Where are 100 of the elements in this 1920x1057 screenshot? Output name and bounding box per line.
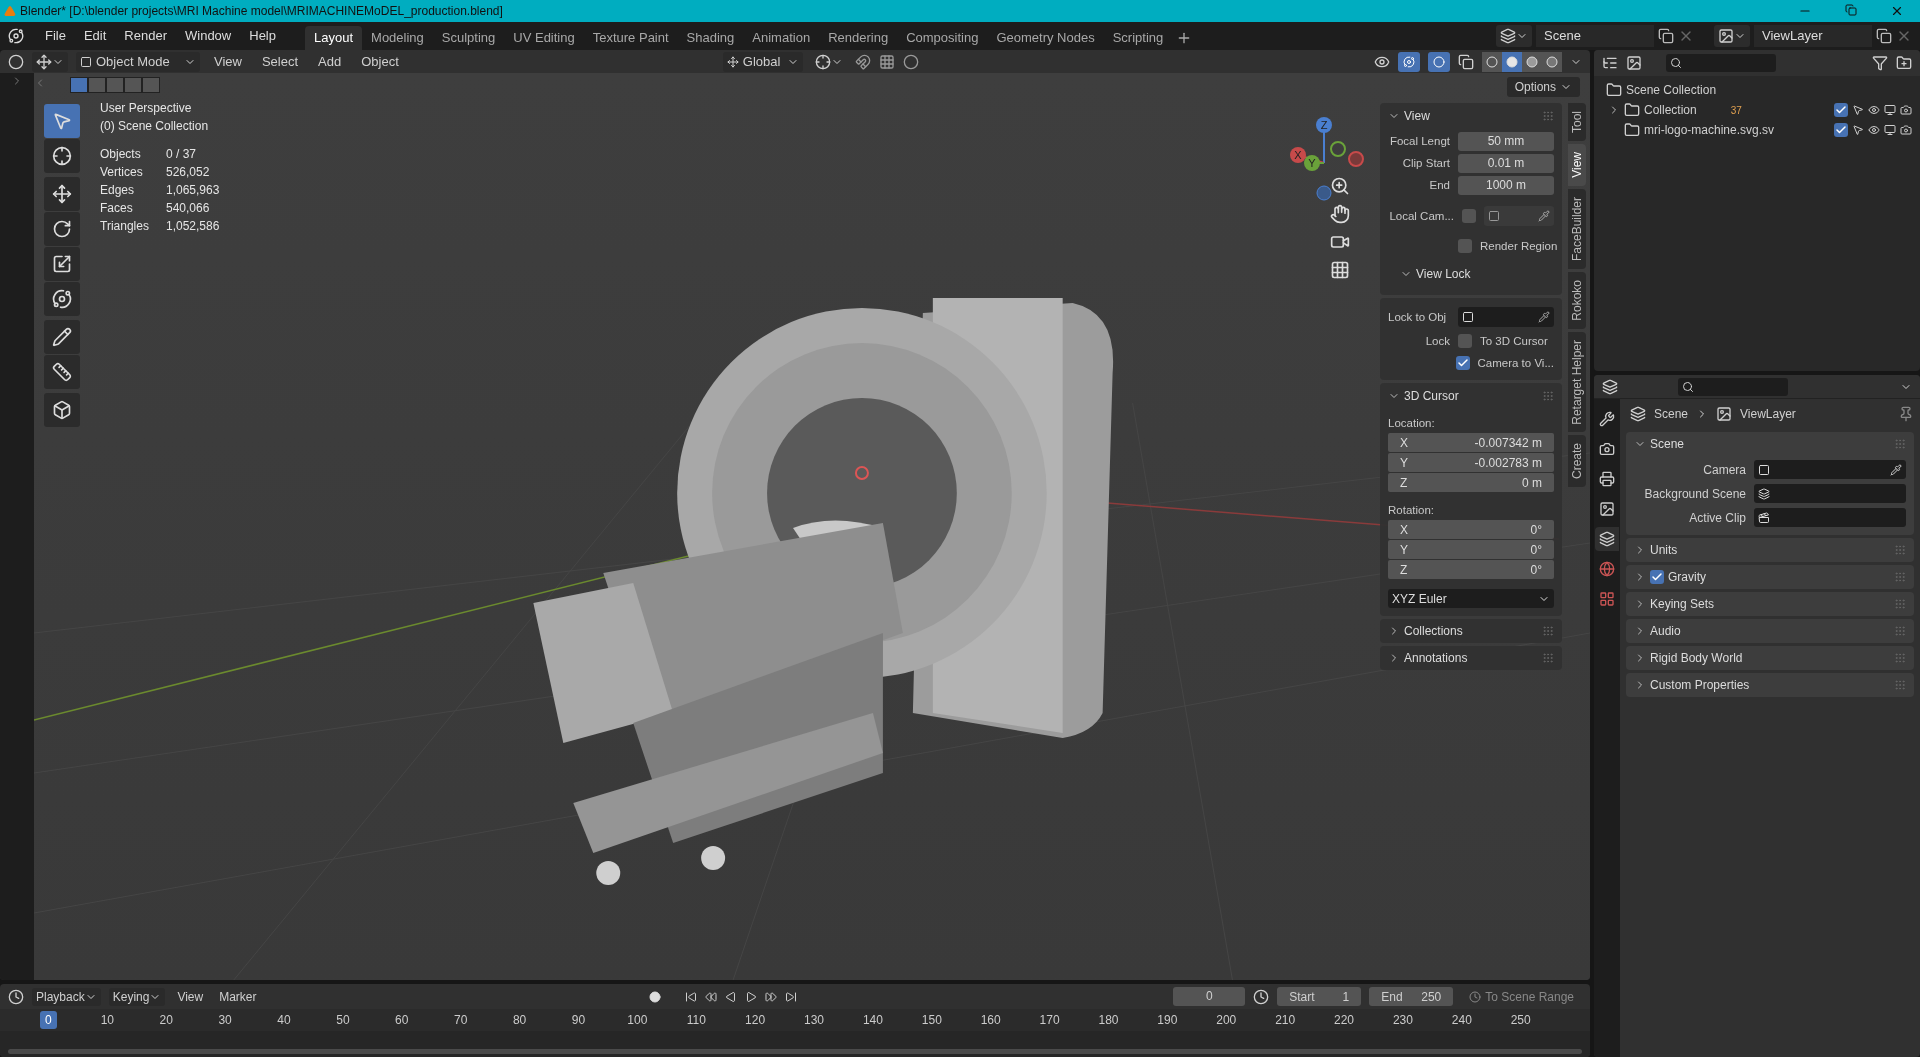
gizmo-toggle[interactable] (1398, 51, 1420, 72)
panel-header[interactable]: Annotations (1380, 646, 1562, 670)
drag-handle-icon[interactable] (1894, 679, 1906, 691)
sidebar-tab[interactable]: Create (1568, 435, 1586, 488)
dropdown[interactable]: XYZ Euler (1388, 589, 1554, 608)
drag-handle-icon[interactable] (1542, 110, 1554, 122)
editor-type-icon[interactable] (8, 988, 24, 1005)
axis-ball[interactable]: Y (1304, 155, 1320, 171)
panel-title[interactable]: View (1404, 107, 1430, 125)
camera-icon[interactable] (1900, 124, 1912, 136)
previous-keyframe-icon[interactable] (704, 990, 717, 1003)
menu-item[interactable]: Select (255, 51, 305, 72)
data-field[interactable] (1754, 508, 1906, 527)
subpanel-title[interactable]: View Lock (1416, 265, 1471, 283)
start-frame-field[interactable]: Start 1 (1277, 987, 1362, 1006)
end-frame-field[interactable]: End 250 (1369, 987, 1454, 1006)
search-field[interactable] (1666, 54, 1776, 72)
workspace-tab[interactable]: Sculpting (432, 26, 505, 50)
proportional-edit-icon[interactable] (902, 53, 919, 70)
properties-tab[interactable] (1595, 527, 1619, 551)
workspace-tab[interactable]: Modeling (362, 26, 433, 50)
snap-icon[interactable] (854, 53, 871, 70)
workspace-tab[interactable]: Scripting (1103, 26, 1173, 50)
breadcrumb-item[interactable]: Scene (1654, 405, 1689, 423)
workspace-tab[interactable]: Compositing (897, 26, 988, 50)
panel-title[interactable]: Keying Sets (1650, 595, 1715, 613)
outliner-item[interactable]: Scene Collection (1626, 81, 1717, 99)
panel-title[interactable]: 3D Cursor (1404, 387, 1459, 405)
xray-icon[interactable] (1458, 53, 1474, 70)
number-field[interactable]: 0.01 m (1458, 153, 1554, 173)
shading-button[interactable] (1542, 51, 1562, 72)
jump-end-icon[interactable] (784, 990, 797, 1003)
axis-ball[interactable] (1330, 141, 1346, 157)
options-dropdown[interactable]: Options (1506, 77, 1580, 97)
checkbox[interactable] (1455, 356, 1470, 370)
menu-item[interactable]: Help (240, 26, 285, 46)
orientation-dropdown[interactable]: Global (722, 51, 803, 72)
panel-title[interactable]: Custom Properties (1650, 676, 1750, 694)
monitor-icon[interactable] (1884, 104, 1896, 116)
workspace-tab[interactable]: Shading (677, 26, 744, 50)
drag-handle-icon[interactable] (1542, 625, 1554, 637)
number-field[interactable]: X -0.007342 m (1388, 433, 1554, 452)
menu-item[interactable]: File (36, 26, 75, 46)
panel-header[interactable]: Collections (1380, 619, 1562, 643)
new-collection-icon[interactable] (1896, 55, 1912, 71)
copy-icon[interactable] (1658, 28, 1674, 44)
editor-type-icon[interactable] (1602, 378, 1618, 395)
checkbox[interactable] (1458, 334, 1472, 348)
outliner-item[interactable]: Collection (1644, 101, 1697, 119)
sidebar-tab[interactable]: Tool (1568, 103, 1586, 141)
drag-handle-icon[interactable] (1894, 652, 1906, 664)
menu-item[interactable]: Playback (32, 987, 101, 1006)
number-field[interactable]: 50 mm (1458, 131, 1554, 151)
camera-icon[interactable] (1900, 104, 1912, 116)
menu-item[interactable]: Keying (108, 987, 166, 1006)
drag-handle-icon[interactable] (1894, 438, 1906, 450)
playhead[interactable]: 0 (40, 1011, 57, 1029)
play-reverse-icon[interactable] (724, 990, 737, 1003)
number-field[interactable]: Y -0.002783 m (1388, 453, 1554, 472)
menu-item[interactable]: Add (312, 51, 348, 72)
menu-item[interactable]: View (173, 987, 208, 1006)
filter-icon[interactable] (1872, 55, 1888, 71)
sidebar-tab[interactable]: View (1568, 144, 1586, 186)
checkbox[interactable] (1650, 570, 1664, 584)
exclude-checkbox[interactable] (1834, 123, 1848, 137)
eyedropper-icon[interactable] (1890, 463, 1902, 476)
frame-field[interactable]: 0 (1173, 987, 1246, 1006)
view-layer-icon[interactable] (1626, 55, 1642, 71)
tool-button[interactable] (44, 212, 80, 246)
next-keyframe-icon[interactable] (764, 990, 777, 1003)
drag-handle-icon[interactable] (1894, 625, 1906, 637)
panel-title[interactable]: Gravity (1668, 568, 1706, 586)
workspace-tab[interactable]: Animation (743, 26, 820, 50)
eye-icon[interactable] (1868, 124, 1880, 136)
drag-handle-icon[interactable] (1894, 544, 1906, 556)
menu-item[interactable]: Render (115, 26, 176, 46)
object-field[interactable] (1458, 307, 1554, 327)
workspace-tab[interactable]: Geometry Nodes (987, 26, 1104, 50)
data-field[interactable] (1754, 460, 1906, 479)
overlay-toggle[interactable] (1428, 51, 1450, 72)
breadcrumb-item[interactable]: ViewLayer (1740, 405, 1796, 423)
tool-button[interactable] (44, 355, 80, 389)
object-field[interactable] (1484, 206, 1554, 226)
selectable-icon[interactable] (1852, 124, 1864, 136)
shading-button[interactable] (1522, 51, 1542, 72)
scene-range-toggle[interactable]: To Scene Range (1461, 987, 1582, 1006)
drag-handle-icon[interactable] (1542, 652, 1554, 664)
copy-icon[interactable] (1876, 28, 1892, 44)
menu-item[interactable]: Object (355, 51, 405, 72)
checkbox[interactable] (1462, 209, 1476, 223)
number-field[interactable]: Z 0 m (1388, 473, 1554, 492)
menu-item[interactable]: Window (176, 26, 241, 46)
outliner-item[interactable]: mri-logo-machine.svg.sv (1644, 121, 1775, 139)
snap-target-icon[interactable] (878, 53, 895, 70)
panel-title[interactable]: Scene (1650, 435, 1685, 453)
eyedropper-icon[interactable] (1538, 311, 1550, 323)
app-logo-icon[interactable] (8, 28, 24, 44)
record-icon[interactable] (648, 990, 661, 1003)
menu-item[interactable]: Edit (74, 26, 116, 46)
exclude-checkbox[interactable] (1834, 103, 1848, 117)
